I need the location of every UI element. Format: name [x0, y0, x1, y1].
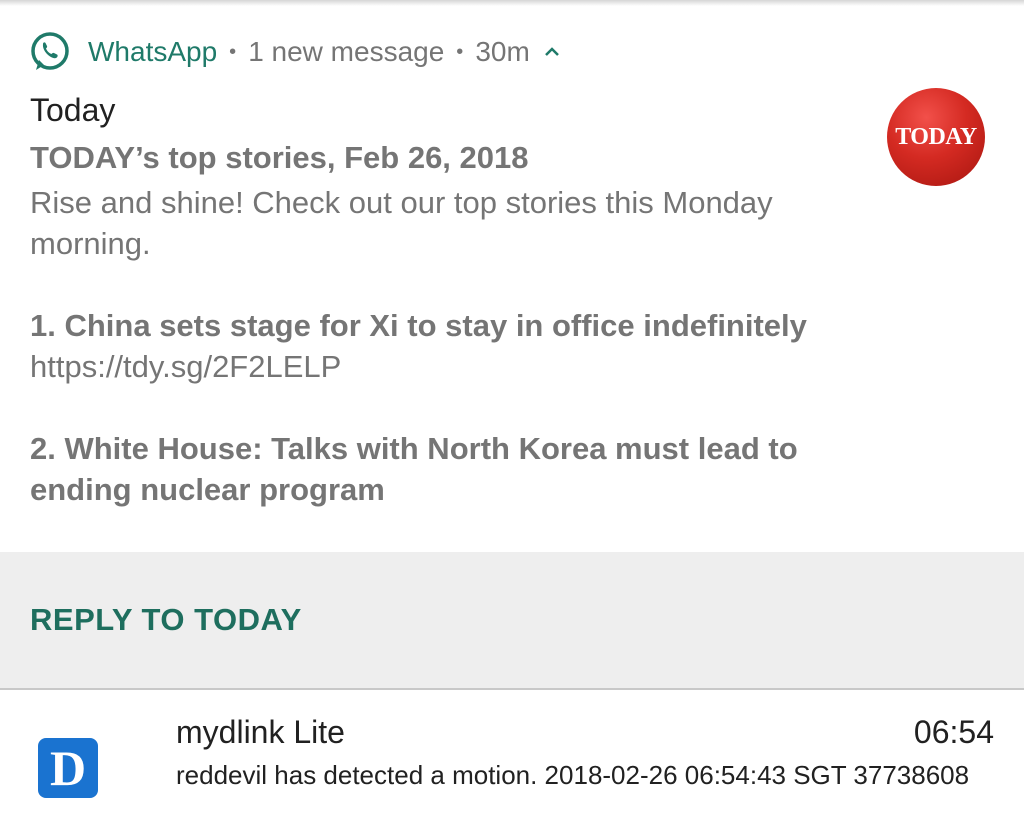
notification-header[interactable]: WhatsApp • 1 new message • 30m [28, 30, 560, 74]
story-1-link[interactable]: https://tdy.sg/2F2LELP [30, 346, 880, 387]
message-intro: Rise and shine! Check out our top storie… [30, 185, 773, 261]
divider [0, 688, 1024, 690]
story-2-title: 2. White House: Talks with North Korea m… [30, 431, 798, 507]
message-count: 1 new message [248, 36, 445, 67]
chevron-up-icon[interactable] [544, 44, 560, 60]
separator-dot: • [229, 40, 237, 63]
today-logo-text: TODAY [895, 123, 977, 150]
mydlink-message[interactable]: reddevil has detected a motion. 2018-02-… [176, 758, 976, 792]
mydlink-app-name[interactable]: mydlink Lite [176, 714, 345, 751]
today-avatar: TODAY [887, 88, 985, 186]
whatsapp-icon [31, 32, 69, 70]
mydlink-time: 06:54 [913, 714, 994, 750]
mydlink-icon-letter: D [49, 740, 87, 796]
sender-name: Today [30, 92, 116, 128]
separator-dot: • [456, 40, 464, 63]
story-1-title: 1. China sets stage for Xi to stay in of… [30, 308, 807, 343]
app-name: WhatsApp [88, 36, 218, 67]
reply-button[interactable]: REPLY TO TODAY [30, 602, 302, 638]
message-title: TODAY’s top stories, Feb 26, 2018 [30, 140, 529, 175]
time-ago: 30m [475, 36, 530, 67]
mydlink-app-icon: D [38, 738, 98, 798]
message-body: Rise and shine! Check out our top storie… [30, 182, 880, 510]
